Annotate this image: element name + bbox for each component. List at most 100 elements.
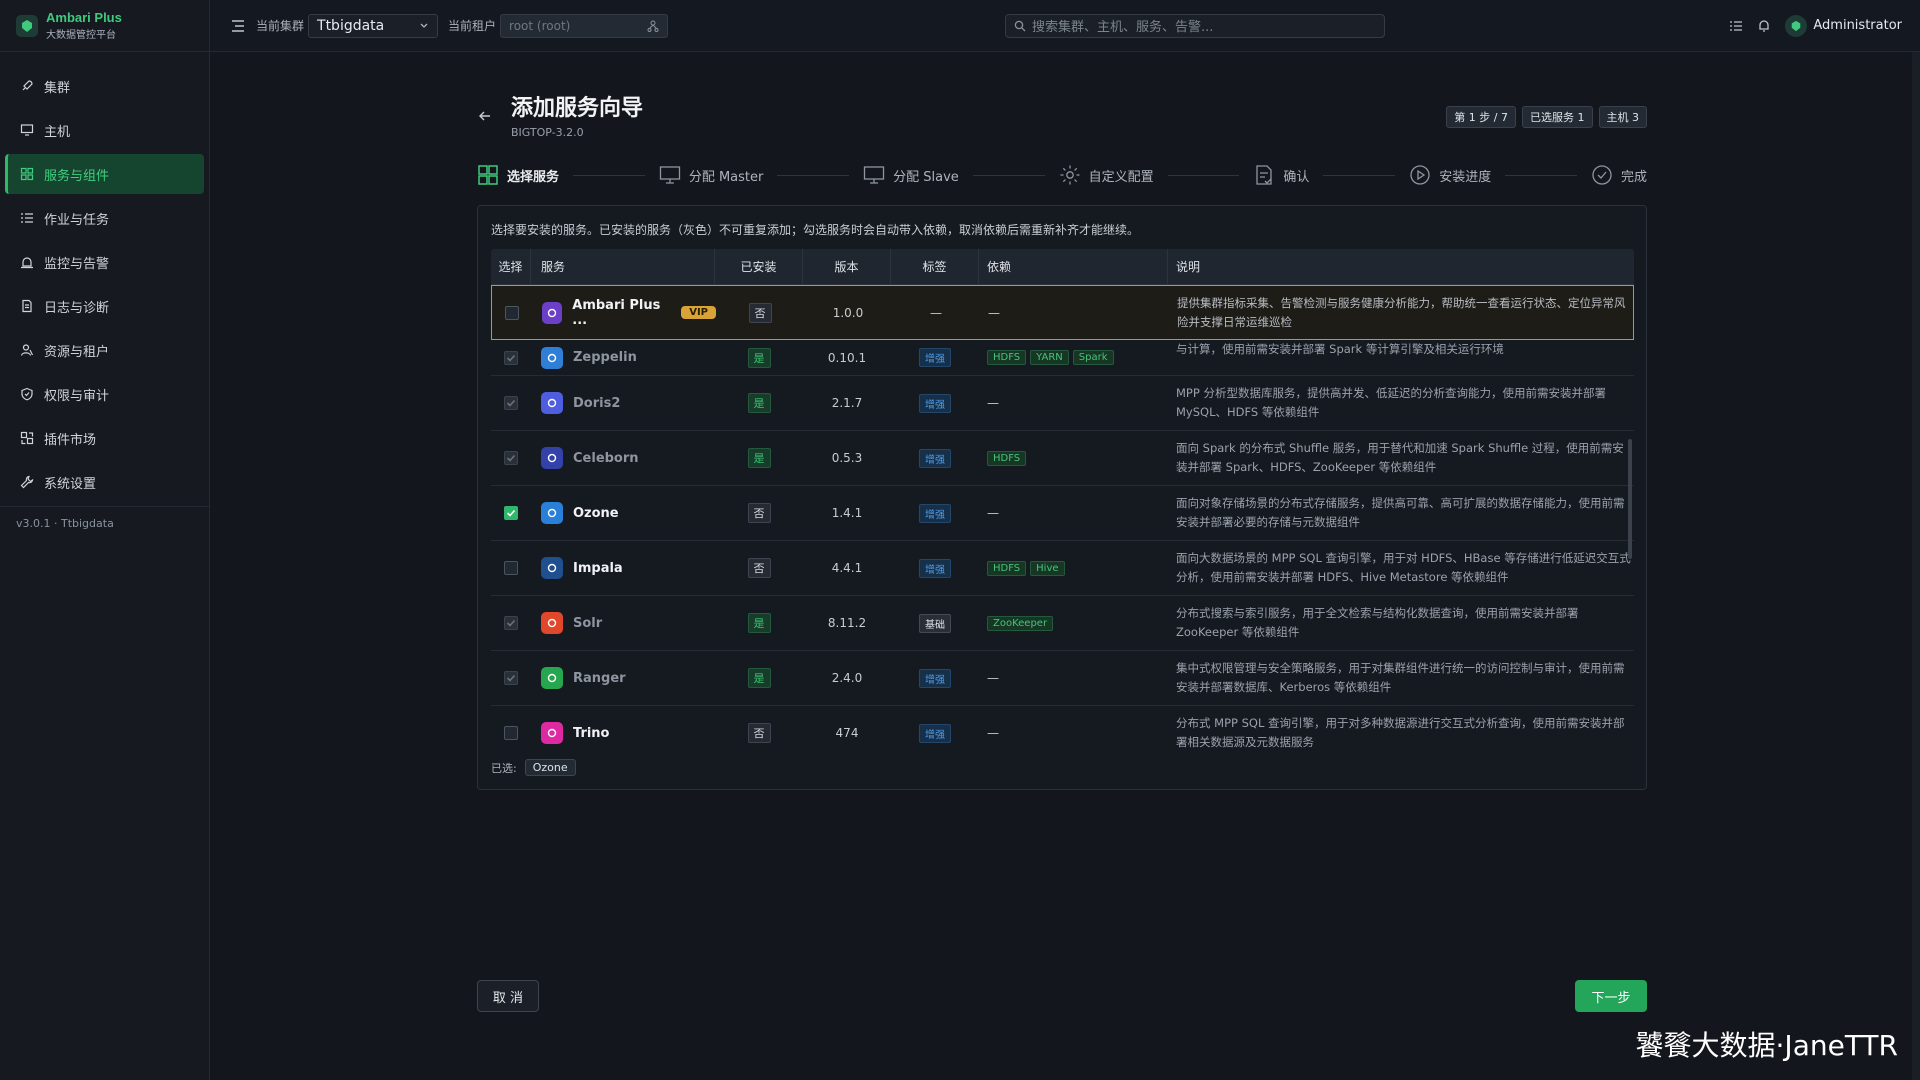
chevron-down-icon — [420, 23, 428, 28]
installed-badge: 是 — [747, 613, 771, 633]
installed-badge: 否 — [748, 302, 772, 323]
select-cell — [491, 706, 531, 752]
service-select-panel: 选择要安装的服务。已安装的服务（灰色）不可重复添加；勾选服务时会自动带入依赖，取… — [477, 205, 1647, 790]
service-name: Doris2 — [573, 395, 621, 411]
tag-badge: 增强 — [919, 348, 951, 367]
select-checkbox[interactable] — [505, 305, 519, 320]
sidebar-item-label: 服务与组件 — [44, 168, 110, 184]
play-icon — [1409, 164, 1431, 186]
wizard-step-1: 选择服务 — [477, 164, 559, 186]
installed-cell: 否 — [715, 706, 803, 752]
version-value: 0.5.3 — [831, 451, 863, 465]
service-name: Solr — [573, 615, 603, 631]
service-name: Ranger — [573, 670, 626, 686]
select-checkbox — [504, 396, 518, 410]
cancel-button[interactable]: 取 消 — [477, 980, 539, 1012]
version-value: 1.4.1 — [831, 506, 863, 520]
no-dependency: — — [987, 671, 999, 685]
no-dependency: — — [987, 506, 999, 520]
tag-badge: — — [930, 305, 942, 320]
sidebar-item-8[interactable]: 插件市场 — [5, 418, 204, 458]
service-cell: Ambari Plus ... VIP — [532, 286, 716, 339]
table-row[interactable]: Solr 是 8.11.2 基础 ZooKeeper 分布式搜索与索引服务，用于全文检索与… — [491, 596, 1634, 651]
global-search-input[interactable]: 搜索集群、主机、服务、告警... — [1005, 13, 1385, 38]
user-menu[interactable]: Administrator — [1785, 14, 1902, 37]
sidebar-item-6[interactable]: 资源与租户 — [5, 330, 204, 370]
table-scrollbar[interactable] — [1628, 439, 1632, 559]
service-description: 面向大数据场景的 MPP SQL 查询引擎，用于对 HDFS、HBase 等存储… — [1176, 551, 1631, 584]
no-dependency: — — [987, 726, 999, 740]
version-value: 2.1.7 — [831, 396, 863, 410]
page-scrollbar[interactable] — [1912, 52, 1920, 1080]
sidebar-item-7[interactable]: 权限与审计 — [5, 374, 204, 414]
brand[interactable]: Ambari Plus 大数据管控平台 — [0, 0, 209, 52]
hint-text: 选择要安装的服务。已安装的服务（灰色）不可重复添加；勾选服务时会自动带入依赖，取… — [491, 223, 1140, 237]
wizard-step-4: 自定义配置 — [1059, 164, 1154, 186]
tag-cell: 增强 — [891, 376, 979, 430]
service-name: Ozone — [573, 505, 619, 521]
search-icon — [1014, 20, 1026, 31]
next-button[interactable]: 下一步 — [1575, 980, 1647, 1012]
select-checkbox — [504, 350, 518, 365]
service-cell: Zeppelin — [531, 340, 715, 375]
table-row[interactable]: Ranger 是 2.4.0 增强 — 集中式权限管理与安全策略服务，用于对集群组件进行统… — [491, 651, 1634, 706]
selected-chip[interactable]: Ozone — [524, 759, 576, 776]
wizard-steps: 选择服务 分配 Master 分配 Slave 自定义配置 确认 安装进度 完成 — [477, 160, 1647, 190]
table-row[interactable]: Ambari Plus ... VIP 否 1.0.0 — — 提供集群指标采集、告警检测与… — [491, 285, 1634, 340]
table-row[interactable]: Zeppelin 是 0.10.1 增强 HDFS YARN Spark 与计算，使用前需安装… — [491, 340, 1634, 376]
sidebar-item-4[interactable]: 监控与告警 — [5, 242, 204, 282]
tag-cell: — — [892, 286, 980, 339]
tag-badge: 增强 — [919, 668, 951, 688]
dependency-cell: HDFS — [979, 431, 1168, 485]
back-arrow-icon[interactable] — [477, 108, 493, 124]
task-list-icon[interactable] — [1729, 19, 1743, 33]
dependency-badge: ZooKeeper — [987, 615, 1054, 631]
tag-badge: 增强 — [919, 558, 951, 578]
table-body[interactable]: Ambari Plus ... VIP 否 1.0.0 — — 提供集群指标采集、告警检测与… — [491, 285, 1634, 752]
tenant-select[interactable]: root (root) — [500, 13, 669, 38]
table-row[interactable]: Impala 否 4.4.1 增强 HDFS Hive 面向大数据场景的 MPP SQL 查… — [491, 541, 1634, 596]
wizard-step-3: 分配 Slave — [863, 164, 959, 186]
sidebar-item-1[interactable]: 主机 — [5, 110, 204, 150]
step-connector — [1505, 174, 1578, 176]
version-cell: 8.11.2 — [803, 596, 891, 650]
shield-icon — [20, 387, 34, 401]
select-checkbox[interactable] — [504, 561, 518, 575]
table-row[interactable]: Doris2 是 2.1.7 增强 — MPP 分析型数据库服务，提供高并发、低延迟的分析… — [491, 376, 1634, 431]
sidebar-item-5[interactable]: 日志与诊断 — [5, 286, 204, 326]
sidebar-item-label: 权限与审计 — [44, 388, 110, 404]
description-cell: 与计算，使用前需安装并部署 Spark 等计算引擎及相关运行环境 — [1168, 340, 1634, 375]
cluster-select[interactable]: Ttbigdata — [308, 13, 439, 38]
gear-icon — [1059, 164, 1081, 186]
wizard-step-label: 完成 — [1621, 169, 1648, 185]
version-cell: 2.4.0 — [803, 651, 891, 705]
sidebar-item-3[interactable]: 作业与任务 — [5, 198, 204, 238]
page-title: 添加服务向导 — [511, 96, 644, 121]
sidebar-item-label: 集群 — [44, 80, 71, 96]
bell-icon[interactable] — [1757, 19, 1771, 33]
header-version: 版本 — [803, 249, 891, 284]
table-row[interactable]: Trino 否 474 增强 — 分布式 MPP SQL 查询引擎，用于对多种数据源进行交… — [491, 706, 1634, 752]
sidebar-item-2[interactable]: 服务与组件 — [5, 154, 204, 194]
sidebar-item-0[interactable]: 集群 — [5, 66, 204, 106]
service-cell: Trino — [531, 706, 715, 752]
menu-toggle-icon[interactable] — [230, 18, 246, 34]
service-name: Trino — [573, 725, 610, 741]
installed-badge: 否 — [747, 558, 771, 578]
select-checkbox[interactable] — [504, 726, 518, 740]
select-cell — [491, 541, 531, 595]
sidebar-item-label: 日志与诊断 — [44, 300, 110, 316]
check-circle-icon — [1591, 164, 1613, 186]
table-row[interactable]: Celeborn 是 0.5.3 增强 HDFS 面向 Spark 的分布式 Shuffl… — [491, 431, 1634, 486]
select-checkbox[interactable] — [504, 506, 518, 520]
wizard-step-6: 安装进度 — [1409, 164, 1491, 186]
service-name: Celeborn — [573, 450, 639, 466]
table-row[interactable]: Ozone 否 1.4.1 增强 — 面向对象存储场景的分布式存储服务，提供高可靠、高可扩… — [491, 486, 1634, 541]
service-logo-icon — [542, 301, 563, 324]
select-cell — [491, 340, 531, 375]
installed-cell: 是 — [715, 376, 803, 430]
sidebar-item-9[interactable]: 系统设置 — [5, 462, 204, 502]
installed-badge: 是 — [747, 448, 771, 468]
service-logo-icon — [541, 557, 563, 579]
version-cell: 0.10.1 — [803, 340, 891, 375]
